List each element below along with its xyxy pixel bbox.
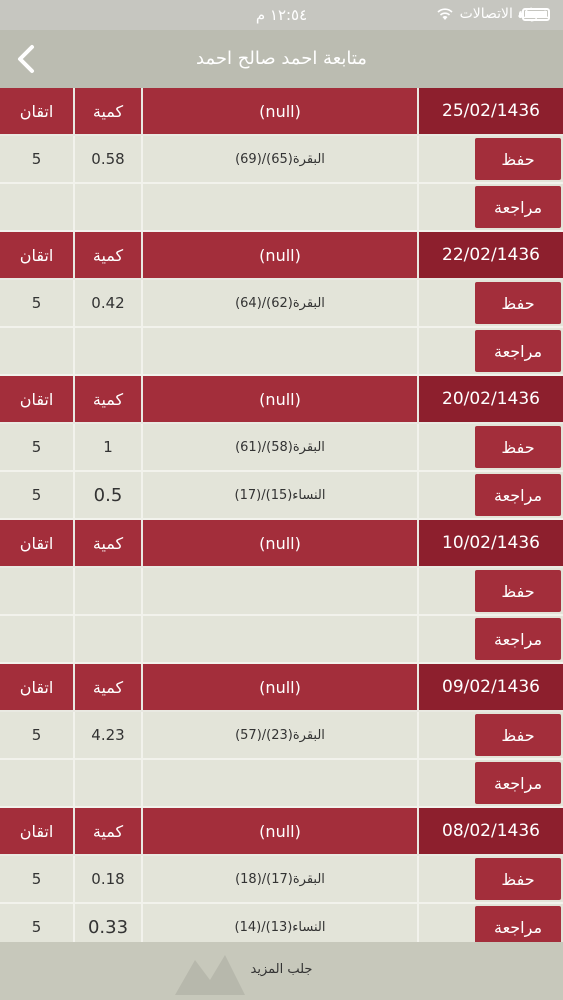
itqan-value: 5 — [0, 424, 75, 470]
session-note: (null) — [143, 520, 419, 566]
itqan-value: 5 — [0, 712, 75, 758]
load-more-label: جلب المزيد — [250, 962, 313, 977]
review-row: مراجعة — [0, 616, 563, 664]
qty-value: 0.58 — [75, 136, 143, 182]
qty-value — [75, 184, 143, 230]
session-date: 10/02/1436 — [419, 520, 563, 566]
session-note: (null) — [143, 88, 419, 134]
surah-range — [143, 184, 419, 230]
qty-value: 4.23 — [75, 712, 143, 758]
session-header: اتقان كمية (null) 08/02/1436 — [0, 808, 563, 856]
itqan-value — [0, 568, 75, 614]
column-qty-label: كمية — [75, 808, 143, 854]
session-note: (null) — [143, 232, 419, 278]
session-header: اتقان كمية (null) 25/02/1436 — [0, 88, 563, 136]
hifz-button[interactable]: حفظ — [475, 714, 561, 756]
review-row: 5 0.5 النساء(15)/(17) مراجعة — [0, 472, 563, 520]
session-header: اتقان كمية (null) 22/02/1436 — [0, 232, 563, 280]
review-button[interactable]: مراجعة — [475, 762, 561, 804]
qty-value: 0.18 — [75, 856, 143, 902]
session-note: (null) — [143, 808, 419, 854]
session-date: 22/02/1436 — [419, 232, 563, 278]
hifz-button[interactable]: حفظ — [475, 282, 561, 324]
surah-range: البقرة(62)/(64) — [143, 280, 419, 326]
hifz-row: 5 4.23 البقرة(23)/(57) حفظ — [0, 712, 563, 760]
column-itqan-label: اتقان — [0, 520, 75, 566]
column-qty-label: كمية — [75, 520, 143, 566]
wifi-icon — [437, 8, 453, 20]
review-row: مراجعة — [0, 760, 563, 808]
column-itqan-label: اتقان — [0, 232, 75, 278]
qty-value — [75, 568, 143, 614]
itqan-value — [0, 328, 75, 374]
session-date: 09/02/1436 — [419, 664, 563, 710]
itqan-value — [0, 760, 75, 806]
review-button[interactable]: مراجعة — [475, 474, 561, 516]
itqan-value: 5 — [0, 856, 75, 902]
hifz-row: 5 1 البقرة(58)/(61) حفظ — [0, 424, 563, 472]
session-date: 20/02/1436 — [419, 376, 563, 422]
status-bar: ١٢:٥٤ م شركة الاتصالات — [0, 0, 563, 30]
qty-value: 0.5 — [75, 472, 143, 518]
page-title: متابعة احمد صالح احمد — [196, 48, 367, 69]
column-itqan-label: اتقان — [0, 808, 75, 854]
column-itqan-label: اتقان — [0, 88, 75, 134]
itqan-value: 5 — [0, 136, 75, 182]
surah-range — [143, 760, 419, 806]
session-note: (null) — [143, 376, 419, 422]
itqan-value: 5 — [0, 280, 75, 326]
surah-range: البقرة(58)/(61) — [143, 424, 419, 470]
surah-range: البقرة(17)/(18) — [143, 856, 419, 902]
session-header: اتقان كمية (null) 09/02/1436 — [0, 664, 563, 712]
hifz-button[interactable]: حفظ — [475, 426, 561, 468]
review-button[interactable]: مراجعة — [475, 618, 561, 660]
load-more-button[interactable]: جلب المزيد — [0, 942, 563, 1000]
column-qty-label: كمية — [75, 376, 143, 422]
hifz-row: 5 0.18 البقرة(17)/(18) حفظ — [0, 856, 563, 904]
column-itqan-label: اتقان — [0, 376, 75, 422]
qty-value — [75, 760, 143, 806]
sessions-list: اتقان كمية (null) 25/02/1436 5 0.58 البقرة(65)… — [0, 88, 563, 952]
review-row: مراجعة — [0, 328, 563, 376]
itqan-value — [0, 616, 75, 662]
qty-value — [75, 616, 143, 662]
surah-range — [143, 328, 419, 374]
surah-range: النساء(15)/(17) — [143, 472, 419, 518]
session-date: 08/02/1436 — [419, 808, 563, 854]
surah-range — [143, 616, 419, 662]
qty-value: 1 — [75, 424, 143, 470]
itqan-value: 5 — [0, 472, 75, 518]
nav-bar: متابعة احمد صالح احمد — [0, 30, 563, 88]
session-note: (null) — [143, 664, 419, 710]
qty-value: 0.42 — [75, 280, 143, 326]
column-qty-label: كمية — [75, 232, 143, 278]
session-header: اتقان كمية (null) 10/02/1436 — [0, 520, 563, 568]
itqan-value — [0, 184, 75, 230]
hifz-button[interactable]: حفظ — [475, 570, 561, 612]
surah-range — [143, 568, 419, 614]
hifz-row: 5 0.42 البقرة(62)/(64) حفظ — [0, 280, 563, 328]
column-qty-label: كمية — [75, 88, 143, 134]
surah-range: البقرة(65)/(69) — [143, 136, 419, 182]
hifz-row: 5 0.58 البقرة(65)/(69) حفظ — [0, 136, 563, 184]
hifz-button[interactable]: حفظ — [475, 858, 561, 900]
review-row: مراجعة — [0, 184, 563, 232]
session-header: اتقان كمية (null) 20/02/1436 — [0, 376, 563, 424]
review-button[interactable]: مراجعة — [475, 330, 561, 372]
surah-range: البقرة(23)/(57) — [143, 712, 419, 758]
carrier-name: شركة الاتصالات — [459, 6, 551, 22]
qty-value — [75, 328, 143, 374]
hifz-row: حفظ — [0, 568, 563, 616]
column-qty-label: كمية — [75, 664, 143, 710]
session-date: 25/02/1436 — [419, 88, 563, 134]
column-itqan-label: اتقان — [0, 664, 75, 710]
review-button[interactable]: مراجعة — [475, 186, 561, 228]
hifz-button[interactable]: حفظ — [475, 138, 561, 180]
